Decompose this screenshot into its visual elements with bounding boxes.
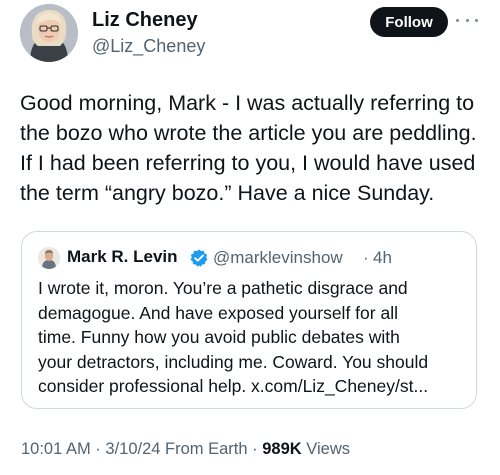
tweet: Liz Cheney @Liz_Cheney Follow Good morni… bbox=[0, 0, 500, 475]
tweet-text: Good morning, Mark - I was actually refe… bbox=[20, 88, 490, 208]
avatar-image bbox=[20, 4, 78, 62]
quote-avatar-image bbox=[38, 247, 60, 269]
quote-author-avatar bbox=[38, 247, 60, 269]
quote-text-line: time. Funny how you avoid public debates… bbox=[38, 327, 400, 347]
author-name[interactable]: Liz Cheney bbox=[92, 9, 198, 32]
quote-text: I wrote it, moron. You’re a pathetic dis… bbox=[38, 276, 468, 399]
tweet-time[interactable]: 10:01 AM bbox=[21, 440, 91, 458]
quote-text-line: demagogue. And have exposed yourself for… bbox=[38, 302, 398, 323]
tweet-text-line: If I had been referring to you, I would … bbox=[20, 151, 476, 175]
tweet-text-line: the term “angry bozo.” Have a nice Sunda… bbox=[20, 181, 435, 205]
views-label: Views bbox=[301, 440, 350, 458]
follow-button[interactable]: Follow bbox=[370, 7, 448, 37]
quote-author-name[interactable]: Mark R. Levin bbox=[67, 247, 178, 267]
tweet-source: From Earth bbox=[160, 440, 248, 458]
meta-separator: · bbox=[247, 440, 263, 458]
quote-separator: · bbox=[363, 248, 369, 267]
author-avatar[interactable] bbox=[20, 4, 78, 62]
author-handle[interactable]: @Liz_Cheney bbox=[92, 36, 205, 57]
quote-timestamp[interactable]: 4h bbox=[373, 248, 392, 268]
quote-author-handle[interactable]: @marklevinshow bbox=[213, 248, 343, 268]
verified-badge-icon bbox=[190, 249, 208, 267]
tweet-text-line: Good morning, Mark - I was actually refe… bbox=[20, 91, 475, 115]
views-count[interactable]: 989K bbox=[262, 440, 301, 458]
quote-text-line: consider professional help. x.com/Liz_Ch… bbox=[38, 376, 429, 396]
tweet-meta: 10:01 AM · 3/10/24 From Earth · 989K Vie… bbox=[21, 440, 350, 459]
quote-text-line: I wrote it, moron. You’re a pathetic dis… bbox=[38, 278, 408, 298]
tweet-text-line: the bozo who wrote the article you are p… bbox=[20, 121, 477, 145]
more-horizontal-icon[interactable] bbox=[456, 12, 478, 28]
quote-text-line: your detractors, including me. Coward. Y… bbox=[38, 351, 429, 372]
tweet-date[interactable]: 3/10/24 bbox=[105, 440, 160, 458]
meta-separator: · bbox=[90, 440, 106, 458]
quoted-tweet-card[interactable]: Mark R. Levin @marklevinshow · 4h I wrot… bbox=[21, 231, 477, 409]
